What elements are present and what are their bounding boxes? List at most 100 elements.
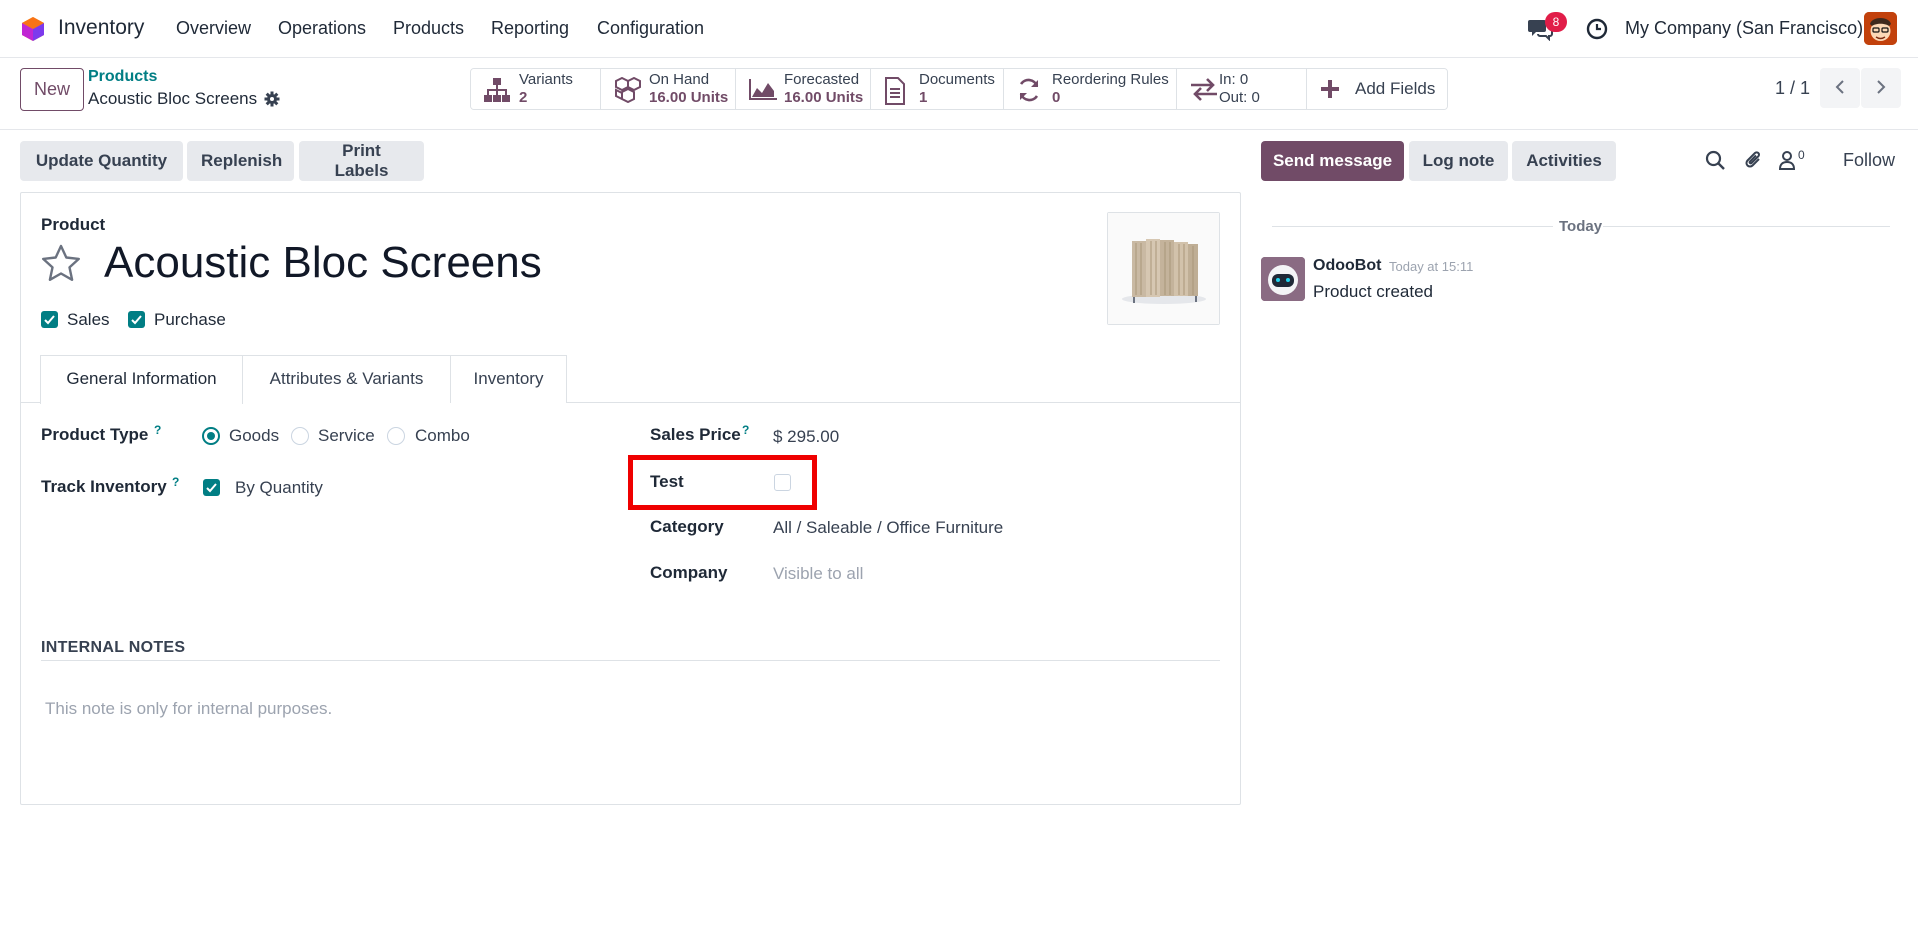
follow-button[interactable]: Follow	[1843, 150, 1895, 171]
sales-label: Sales	[67, 310, 110, 329]
product-type-goods-label[interactable]: Goods	[229, 426, 279, 446]
on-hand-smart-button[interactable]: On Hand 16.00 Units	[601, 69, 736, 109]
company-field[interactable]: Visible to all	[773, 564, 863, 584]
product-name-label: Product	[41, 215, 106, 234]
user-avatar[interactable]	[1864, 12, 1897, 45]
product-type-combo-radio[interactable]	[387, 427, 405, 445]
cubes-icon	[615, 77, 641, 103]
product-type-goods-radio[interactable]	[202, 427, 220, 445]
send-message-button[interactable]: Send message	[1261, 141, 1404, 181]
moves-in: In: 0	[1219, 71, 1249, 88]
pager-value[interactable]: 1 / 1	[1775, 78, 1810, 99]
messages-badge: 8	[1545, 12, 1567, 32]
track-inventory-label: Track Inventory	[41, 477, 167, 496]
log-note-button[interactable]: Log note	[1409, 141, 1508, 181]
variants-smart-button[interactable]: Variants 2	[471, 69, 601, 109]
pager-previous-button[interactable]	[1820, 68, 1860, 108]
product-type-service-radio[interactable]	[291, 427, 309, 445]
followers-icon[interactable]	[1779, 150, 1795, 170]
menu-reporting[interactable]: Reporting	[491, 18, 569, 39]
documents-label: Documents	[919, 71, 995, 88]
product-type-label: Product Type	[41, 425, 149, 444]
in-out-smart-button[interactable]: In: 0 Out: 0	[1177, 69, 1307, 109]
app-name[interactable]: Inventory	[58, 16, 144, 40]
replenish-button[interactable]: Replenish	[187, 141, 294, 181]
paperclip-icon[interactable]	[1744, 149, 1764, 171]
search-icon[interactable]	[1705, 150, 1726, 171]
reordering-rules-smart-button[interactable]: Reordering Rules 0	[1004, 69, 1177, 109]
chevron-right-icon	[1877, 79, 1886, 94]
tab-general-information[interactable]: General Information	[40, 355, 243, 404]
reordering-value: 0	[1052, 89, 1061, 106]
area-chart-icon	[749, 79, 777, 100]
sales-price-label: Sales Price	[650, 425, 741, 444]
product-type-combo-label[interactable]: Combo	[415, 426, 470, 446]
tab-inventory[interactable]: Inventory	[451, 355, 567, 403]
smart-buttons: Variants 2 On Hand 16.00 Units Forecaste…	[470, 68, 1448, 110]
internal-notes-field[interactable]: This note is only for internal purposes.	[45, 699, 332, 719]
variants-value: 2	[519, 89, 528, 106]
document-icon	[885, 77, 905, 105]
company-switcher[interactable]: My Company (San Francisco)	[1625, 18, 1863, 39]
sales-checkbox[interactable]	[41, 311, 58, 328]
breadcrumb-current: Acoustic Bloc Screens	[88, 89, 258, 108]
plus-icon	[1321, 80, 1339, 98]
breadcrumb-products[interactable]: Products	[88, 68, 157, 86]
purchase-checkbox[interactable]	[128, 311, 145, 328]
purchase-label: Purchase	[154, 310, 226, 329]
message-author[interactable]: OdooBot	[1313, 257, 1381, 275]
followers-count: 0	[1798, 148, 1805, 162]
track-inventory-checkbox[interactable]	[203, 479, 220, 496]
add-fields-button[interactable]: Add Fields	[1307, 69, 1447, 109]
menu-operations[interactable]: Operations	[278, 18, 366, 39]
update-quantity-button[interactable]: Update Quantity	[20, 141, 183, 181]
exchange-icon	[1191, 78, 1217, 101]
odoo-hexagon-icon[interactable]	[20, 16, 46, 42]
menu-configuration[interactable]: Configuration	[597, 18, 704, 39]
on-hand-label: On Hand	[649, 71, 710, 88]
category-label: Category	[650, 517, 724, 536]
activities-button[interactable]: Activities	[1512, 141, 1616, 181]
gear-icon[interactable]	[264, 91, 280, 107]
date-separator: Today	[1559, 218, 1603, 235]
check-icon	[44, 315, 55, 325]
refresh-icon	[1019, 78, 1039, 102]
pager-next-button[interactable]	[1861, 68, 1901, 108]
menu-overview[interactable]: Overview	[176, 18, 251, 39]
forecasted-label: Forecasted	[784, 71, 860, 88]
odoobot-avatar[interactable]	[1261, 257, 1305, 301]
product-photo	[1108, 213, 1219, 324]
track-inventory-help[interactable]: ?	[172, 475, 179, 489]
forecasted-smart-button[interactable]: Forecasted 16.00 Units	[736, 69, 871, 109]
company-label: Company	[650, 563, 728, 582]
menu-products[interactable]: Products	[393, 18, 464, 39]
control-panel-divider	[0, 129, 1918, 130]
tab-attributes-variants[interactable]: Attributes & Variants	[243, 355, 451, 403]
check-icon	[131, 315, 142, 325]
category-field[interactable]: All / Saleable / Office Furniture	[773, 518, 1003, 538]
top-navbar: Inventory Overview Operations Products R…	[0, 0, 1918, 58]
documents-value: 1	[919, 89, 928, 106]
track-inventory-value: By Quantity	[235, 478, 323, 497]
product-image[interactable]	[1107, 212, 1220, 325]
internal-notes-divider	[41, 660, 1220, 661]
user-avatar-image	[1864, 12, 1897, 45]
sales-price-field[interactable]: $ 295.00	[773, 427, 839, 447]
star-icon[interactable]	[40, 243, 82, 285]
clock-icon[interactable]	[1586, 18, 1608, 40]
print-labels-button[interactable]: Print Labels	[299, 141, 424, 181]
sales-price-help[interactable]: ?	[742, 423, 749, 437]
product-name-field[interactable]: Acoustic Bloc Screens	[104, 238, 542, 288]
date-separator-line	[1603, 226, 1890, 227]
product-type-help[interactable]: ?	[154, 423, 161, 437]
date-separator-line	[1272, 226, 1553, 227]
internal-notes-heading: INTERNAL NOTES	[41, 639, 186, 656]
new-button[interactable]: New	[20, 68, 84, 111]
documents-smart-button[interactable]: Documents 1	[871, 69, 1004, 109]
moves-out: Out: 0	[1219, 89, 1260, 106]
test-field-highlight	[628, 455, 817, 510]
product-type-service-label[interactable]: Service	[318, 426, 375, 446]
on-hand-value: 16.00 Units	[649, 89, 729, 106]
forecasted-value: 16.00 Units	[784, 89, 864, 106]
variants-label: Variants	[519, 71, 573, 88]
